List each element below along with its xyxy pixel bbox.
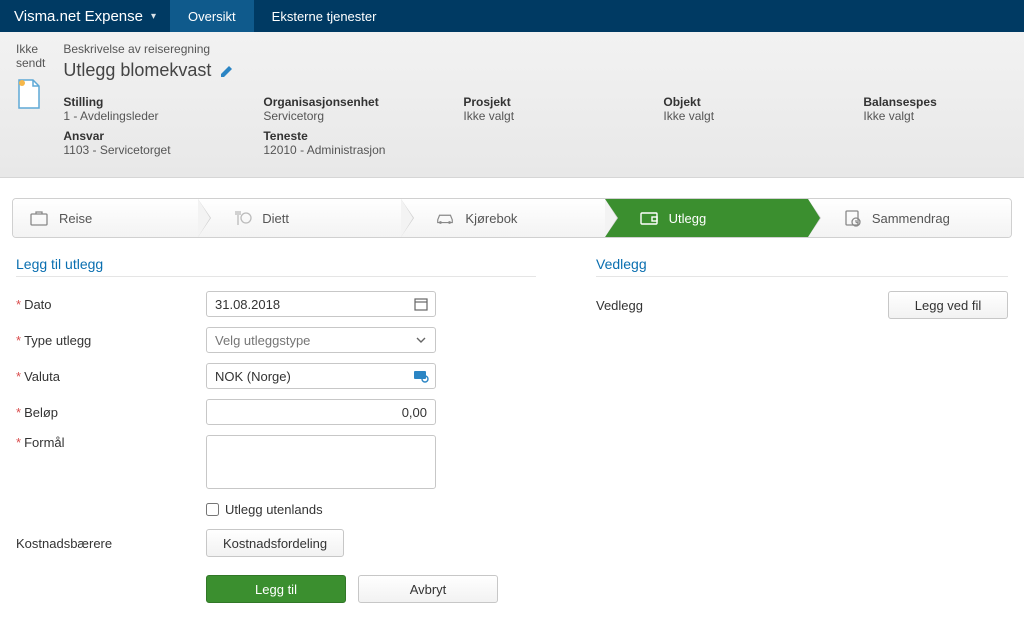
meta-ansvar-label: Ansvar <box>63 129 203 143</box>
meta-balansespes-label: Balansespes <box>863 95 1003 109</box>
button-label: Legg til <box>255 582 297 597</box>
clipboard-icon <box>842 208 862 228</box>
suitcase-icon <box>29 208 49 228</box>
meta-prosjekt-value: Ikke valgt <box>463 109 603 123</box>
content: Legg til utlegg Dato Type utlegg Valuta <box>0 238 1024 621</box>
currency-lookup-icon[interactable] <box>412 367 430 385</box>
step-label: Kjørebok <box>465 211 517 226</box>
meta-teneste-value: 12010 - Administrasjon <box>263 143 403 157</box>
dato-label: Dato <box>16 297 206 312</box>
legg-ved-fil-button[interactable]: Legg ved fil <box>888 291 1008 319</box>
button-label: Kostnadsfordeling <box>223 536 327 551</box>
vedlegg-panel: Vedlegg Vedlegg Legg ved fil <box>596 256 1008 603</box>
meta-stilling-label: Stilling <box>63 95 203 109</box>
brand-label: Visma.net Expense <box>14 8 143 25</box>
expense-title-text: Utlegg blomekvast <box>63 60 211 81</box>
utlegg-form: Legg til utlegg Dato Type utlegg Valuta <box>16 256 536 603</box>
description-label: Beskrivelse av reiseregning <box>63 42 1024 56</box>
button-label: Avbryt <box>410 582 447 597</box>
calendar-icon[interactable] <box>412 295 430 313</box>
meta-teneste-label: Teneste <box>263 129 403 143</box>
top-nav: Visma.net Expense ▾ Oversikt Eksterne tj… <box>0 0 1024 32</box>
status-label: Ikke sendt <box>16 42 45 70</box>
belop-label: Beløp <box>16 405 206 420</box>
step-utlegg[interactable]: Utlegg <box>605 199 808 237</box>
document-icon <box>16 78 45 110</box>
meta-objekt-value: Ikke valgt <box>663 109 803 123</box>
step-label: Sammendrag <box>872 211 950 226</box>
formal-textarea[interactable] <box>206 435 436 489</box>
belop-input[interactable] <box>206 399 436 425</box>
wallet-icon <box>639 208 659 228</box>
nav-item-label: Eksterne tjenester <box>272 9 377 24</box>
kostnadsfordeling-button[interactable]: Kostnadsfordeling <box>206 529 344 557</box>
utenlands-label: Utlegg utenlands <box>225 502 323 517</box>
meta-prosjekt-label: Prosjekt <box>463 95 603 109</box>
vedlegg-section-title: Vedlegg <box>596 256 1008 277</box>
valuta-input[interactable] <box>206 363 436 389</box>
step-label: Diett <box>262 211 289 226</box>
valuta-label: Valuta <box>16 369 206 384</box>
cutlery-icon <box>232 208 252 228</box>
chevron-down-icon: ▾ <box>151 11 156 22</box>
dato-input[interactable] <box>206 291 436 317</box>
formal-label: Formål <box>16 435 206 450</box>
nav-eksterne-tjenester[interactable]: Eksterne tjenester <box>254 0 395 32</box>
expense-title: Utlegg blomekvast <box>63 60 1024 81</box>
avbryt-button[interactable]: Avbryt <box>358 575 498 603</box>
brand[interactable]: Visma.net Expense ▾ <box>0 0 170 32</box>
nav-item-label: Oversikt <box>188 9 236 24</box>
vedlegg-label: Vedlegg <box>596 298 643 313</box>
expense-header: Ikke sendt Beskrivelse av reiseregning U… <box>0 32 1024 178</box>
edit-icon[interactable] <box>219 63 235 79</box>
step-diett[interactable]: Diett <box>198 199 401 237</box>
meta-orgenhet-label: Organisasjonsenhet <box>263 95 403 109</box>
nav-oversikt[interactable]: Oversikt <box>170 0 254 32</box>
type-label: Type utlegg <box>16 333 206 348</box>
legg-til-button[interactable]: Legg til <box>206 575 346 603</box>
button-label: Legg ved fil <box>915 298 982 313</box>
status-column: Ikke sendt <box>16 42 45 110</box>
meta-ansvar-value: 1103 - Servicetorget <box>63 143 203 157</box>
meta-grid: Stilling 1 - Avdelingsleder Ansvar 1103 … <box>63 95 1024 163</box>
meta-balansespes-value: Ikke valgt <box>863 109 1003 123</box>
wizard-steps: Reise Diett Kjørebok Utlegg Sammendrag <box>12 198 1012 238</box>
car-icon <box>435 208 455 228</box>
utenlands-checkbox[interactable] <box>206 503 219 516</box>
form-section-title: Legg til utlegg <box>16 256 536 277</box>
meta-orgenhet-value: Servicetorg <box>263 109 403 123</box>
step-sammendrag[interactable]: Sammendrag <box>808 199 1011 237</box>
step-kjorebok[interactable]: Kjørebok <box>401 199 604 237</box>
meta-stilling-value: 1 - Avdelingsleder <box>63 109 203 123</box>
step-label: Utlegg <box>669 211 707 226</box>
step-label: Reise <box>59 211 92 226</box>
meta-objekt-label: Objekt <box>663 95 803 109</box>
type-select[interactable] <box>206 327 436 353</box>
kostnadsbaerere-label: Kostnadsbærere <box>16 536 206 551</box>
chevron-down-icon[interactable] <box>412 331 430 349</box>
step-reise[interactable]: Reise <box>13 199 198 237</box>
